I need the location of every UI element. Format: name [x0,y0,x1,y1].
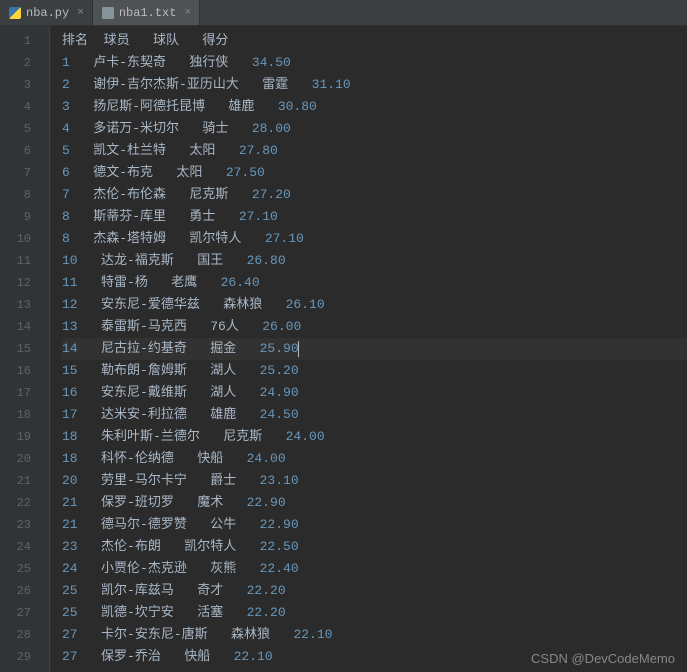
line-number: 4 [0,96,49,118]
text-file-icon [101,6,115,20]
code-line[interactable]: 21 保罗-班切罗 魔术 22.90 [62,492,687,514]
editor-tabs: nba.py × nba1.txt × [0,0,687,26]
code-line[interactable]: 4 多诺万-米切尔 骑士 28.00 [62,118,687,140]
watermark-text: CSDN @DevCodeMemo [531,651,675,666]
line-number: 5 [0,118,49,140]
line-number: 24 [0,536,49,558]
line-gutter: 1234567891011121314151617181920212223242… [0,26,50,672]
code-line[interactable]: 20 劳里-马尔卡宁 爵士 23.10 [62,470,687,492]
code-line[interactable]: 1 卢卡-东契奇 独行侠 34.50 [62,52,687,74]
code-line[interactable]: 10 达龙-福克斯 国王 26.80 [62,250,687,272]
close-icon[interactable]: × [77,7,84,19]
line-number: 3 [0,74,49,96]
line-number: 17 [0,382,49,404]
code-line[interactable]: 24 小贾伦-杰克逊 灰熊 22.40 [62,558,687,580]
line-number: 18 [0,404,49,426]
text-caret [298,341,299,357]
line-number: 13 [0,294,49,316]
code-line[interactable]: 18 朱利叶斯-兰德尔 尼克斯 24.00 [62,426,687,448]
line-number: 21 [0,470,49,492]
editor-area: 1234567891011121314151617181920212223242… [0,26,687,672]
code-line[interactable]: 18 科怀-伦纳德 快船 24.00 [62,448,687,470]
code-line[interactable]: 8 杰森-塔特姆 凯尔特人 27.10 [62,228,687,250]
tab-nba1-txt[interactable]: nba1.txt × [93,0,200,25]
code-line[interactable]: 6 德文-布克 太阳 27.50 [62,162,687,184]
code-line[interactable]: 25 凯尔-库兹马 奇才 22.20 [62,580,687,602]
tab-label: nba1.txt [119,6,177,20]
line-number: 19 [0,426,49,448]
code-line[interactable]: 5 凯文-杜兰特 太阳 27.80 [62,140,687,162]
line-number: 11 [0,250,49,272]
line-number: 7 [0,162,49,184]
python-file-icon [8,6,22,20]
line-number: 8 [0,184,49,206]
line-number: 27 [0,602,49,624]
code-line[interactable]: 25 凯德-坎宁安 活塞 22.20 [62,602,687,624]
line-number: 29 [0,646,49,668]
line-number: 1 [0,30,49,52]
line-number: 25 [0,558,49,580]
line-number: 14 [0,316,49,338]
code-line[interactable]: 21 德马尔-德罗赞 公牛 22.90 [62,514,687,536]
line-number: 15 [0,338,49,360]
line-number: 9 [0,206,49,228]
code-line[interactable]: 11 特雷-杨 老鹰 26.40 [62,272,687,294]
line-number: 28 [0,624,49,646]
code-line[interactable]: 27 卡尔-安东尼-唐斯 森林狼 22.10 [62,624,687,646]
line-number: 10 [0,228,49,250]
code-line[interactable]: 12 安东尼-爱德华兹 森林狼 26.10 [62,294,687,316]
line-number: 2 [0,52,49,74]
code-line[interactable]: 14 尼古拉-约基奇 掘金 25.90 [62,338,687,360]
tab-label: nba.py [26,6,69,20]
line-number: 16 [0,360,49,382]
code-line[interactable]: 16 安东尼-戴维斯 湖人 24.90 [62,382,687,404]
code-line[interactable]: 7 杰伦-布伦森 尼克斯 27.20 [62,184,687,206]
line-number: 22 [0,492,49,514]
tab-nba-py[interactable]: nba.py × [0,0,93,25]
code-line[interactable]: 13 泰雷斯-马克西 76人 26.00 [62,316,687,338]
code-line[interactable]: 排名 球员 球队 得分 [62,30,687,52]
code-line[interactable]: 23 杰伦-布朗 凯尔特人 22.50 [62,536,687,558]
code-line[interactable]: 15 勒布朗-詹姆斯 湖人 25.20 [62,360,687,382]
line-number: 12 [0,272,49,294]
code-line[interactable]: 3 扬尼斯-阿德托昆博 雄鹿 30.80 [62,96,687,118]
line-number: 20 [0,448,49,470]
line-number: 26 [0,580,49,602]
code-line[interactable]: 2 谢伊-吉尔杰斯-亚历山大 雷霆 31.10 [62,74,687,96]
close-icon[interactable]: × [184,7,191,19]
code-line[interactable]: 17 达米安-利拉德 雄鹿 24.50 [62,404,687,426]
line-number: 6 [0,140,49,162]
code-line[interactable]: 8 斯蒂芬-库里 勇士 27.10 [62,206,687,228]
line-number: 23 [0,514,49,536]
editor-content[interactable]: 排名 球员 球队 得分1 卢卡-东契奇 独行侠 34.502 谢伊-吉尔杰斯-亚… [50,26,687,672]
